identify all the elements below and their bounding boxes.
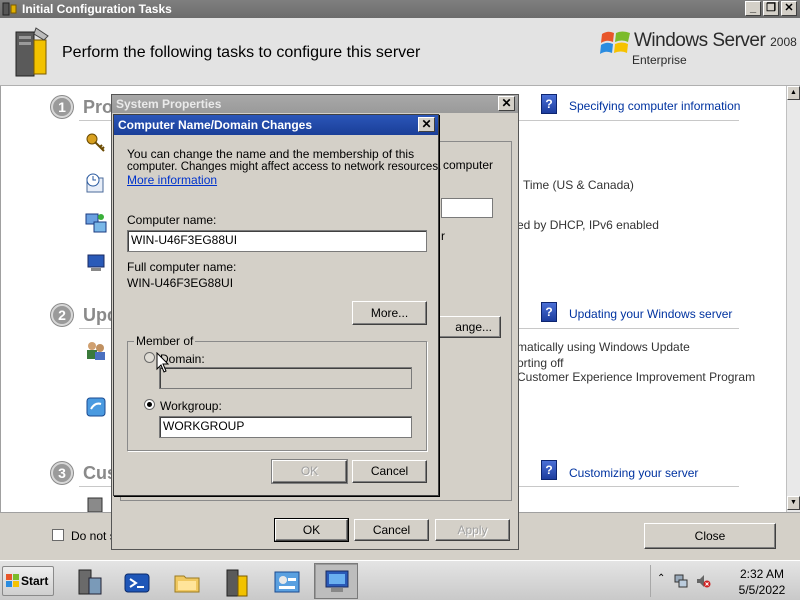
file-explorer-icon <box>174 575 200 593</box>
system-properties-close-button[interactable]: ✕ <box>498 96 515 111</box>
workgroup-label: Workgroup: <box>160 399 222 413</box>
help-link-customizing-server[interactable]: Customizing your server <box>569 466 698 480</box>
network-tray-icon[interactable] <box>673 573 689 589</box>
window-app-icon <box>2 2 17 16</box>
powershell-icon <box>124 573 150 593</box>
computer-name-domain-dialog: Computer Name/Domain Changes ✕ You can c… <box>113 114 441 496</box>
sp-computer-text: computer <box>443 158 494 172</box>
system-properties-cancel-button[interactable]: Cancel <box>354 519 429 541</box>
windows-update-icon <box>86 397 106 417</box>
taskbar-control-panel[interactable] <box>264 563 308 599</box>
do-not-show-checkbox[interactable] <box>52 529 64 541</box>
clock-time[interactable]: 2:32 AM <box>727 567 797 581</box>
dialog-cancel-button[interactable]: Cancel <box>352 460 427 483</box>
system-properties-titlebar[interactable]: System Properties <box>112 95 518 113</box>
server-config-icon <box>15 27 49 77</box>
server-manager-icon <box>78 569 102 595</box>
system-properties-icon <box>325 570 349 592</box>
system-tray: ⌃ 2:32 AM 5/5/2022 <box>650 565 798 597</box>
volume-muted-icon[interactable] <box>695 573 711 589</box>
taskbar-file-explorer[interactable] <box>164 563 208 599</box>
computer-name-input[interactable]: WIN-U46F3EG88UI <box>127 230 427 252</box>
windows-logo-icon <box>600 31 630 54</box>
header-band: Perform the following tasks to configure… <box>0 18 800 86</box>
workgroup-input[interactable]: WORKGROUP <box>159 416 412 438</box>
brand-product: Windows Server <box>634 30 766 51</box>
domain-input[interactable] <box>159 367 412 389</box>
full-computer-name-value: WIN-U46F3EG88UI <box>127 276 234 290</box>
taskbar: Start ⌃ 2:32 AM 5/5/2022 <box>0 560 800 600</box>
timezone-value: Time (US & Canada) <box>523 178 634 192</box>
taskbar-initial-configuration[interactable] <box>214 563 258 599</box>
change-button[interactable]: ange... <box>435 316 501 338</box>
control-panel-icon <box>274 571 300 593</box>
section-1-number: 1 <box>51 96 73 118</box>
clock-date[interactable]: 5/5/2022 <box>727 583 797 597</box>
help-icon: ? <box>541 94 557 114</box>
key-icon <box>86 133 105 152</box>
taskbar-powershell[interactable] <box>114 563 158 599</box>
help-link-specifying-computer-info[interactable]: Specifying computer information <box>569 99 740 113</box>
start-label: Start <box>21 574 49 588</box>
sp-r-text: r <box>441 229 445 243</box>
header-heading: Perform the following tasks to configure… <box>62 44 421 61</box>
do-not-show-label: Do not s <box>71 529 116 543</box>
ceip-value: Customer Experience Improvement Program <box>517 370 756 384</box>
dialog-title: Computer Name/Domain Changes <box>118 118 313 132</box>
main-titlebar[interactable]: Initial Configuration Tasks _ ❐ ✕ <box>0 0 800 18</box>
help-icon: ? <box>541 302 557 322</box>
more-information-link[interactable]: More information <box>127 174 217 187</box>
more-button[interactable]: More... <box>352 301 427 325</box>
initial-config-icon <box>226 569 248 597</box>
dialog-close-button[interactable]: ✕ <box>418 117 435 132</box>
system-properties-title: System Properties <box>116 97 222 111</box>
brand-name: Windows Server 2008 R2 <box>634 30 800 52</box>
content-scrollbar[interactable]: ▲ ▼ <box>786 86 800 512</box>
scroll-down-arrow-icon[interactable]: ▼ <box>787 496 800 510</box>
workgroup-radio[interactable] <box>144 399 155 410</box>
start-button[interactable]: Start <box>2 566 54 596</box>
main-window-title: Initial Configuration Tasks <box>22 2 172 16</box>
section-1-title: Pro <box>83 97 114 117</box>
help-icon: ? <box>541 460 557 480</box>
brand-edition: Enterprise <box>632 53 687 67</box>
mouse-cursor-icon <box>156 352 170 373</box>
scroll-up-arrow-icon[interactable]: ▲ <box>787 86 800 100</box>
help-link-updating-windows-server[interactable]: Updating your Windows server <box>569 307 732 321</box>
close-button[interactable]: Close <box>644 523 776 549</box>
reporting-value: orting off <box>517 356 564 370</box>
system-properties-apply-button[interactable]: Apply <box>435 519 510 541</box>
domain-radio[interactable] <box>144 352 155 363</box>
start-windows-icon <box>6 574 19 587</box>
computer-name-label: Computer name: <box>127 213 217 227</box>
network-icon <box>85 213 107 233</box>
section-2-number: 2 <box>51 304 73 326</box>
section-3-number: 3 <box>51 462 73 484</box>
clock-icon <box>86 173 104 193</box>
minimize-button[interactable]: _ <box>745 1 761 16</box>
updates-value: matically using Windows Update <box>517 340 690 354</box>
taskbar-server-manager[interactable] <box>66 563 110 599</box>
restore-button[interactable]: ❐ <box>763 1 779 16</box>
users-icon <box>87 342 105 360</box>
sp-description-field[interactable] <box>441 198 493 218</box>
dialog-titlebar[interactable]: Computer Name/Domain Changes <box>114 115 438 135</box>
network-value: ed by DHCP, IPv6 enabled <box>517 218 659 232</box>
window-close-button[interactable]: ✕ <box>781 1 797 16</box>
taskbar-system-properties[interactable] <box>314 563 358 599</box>
system-properties-ok-button[interactable]: OK <box>274 518 349 542</box>
brand-version: 2008 <box>770 35 797 49</box>
computer-name-icon <box>87 254 105 271</box>
full-computer-name-label: Full computer name: <box>127 260 237 274</box>
show-hidden-icons-icon[interactable]: ⌃ <box>657 573 665 584</box>
dialog-description-line1: You can change the name and the membersh… <box>127 147 415 161</box>
member-of-label: Member of <box>134 334 196 348</box>
dialog-ok-button[interactable]: OK <box>271 459 348 484</box>
